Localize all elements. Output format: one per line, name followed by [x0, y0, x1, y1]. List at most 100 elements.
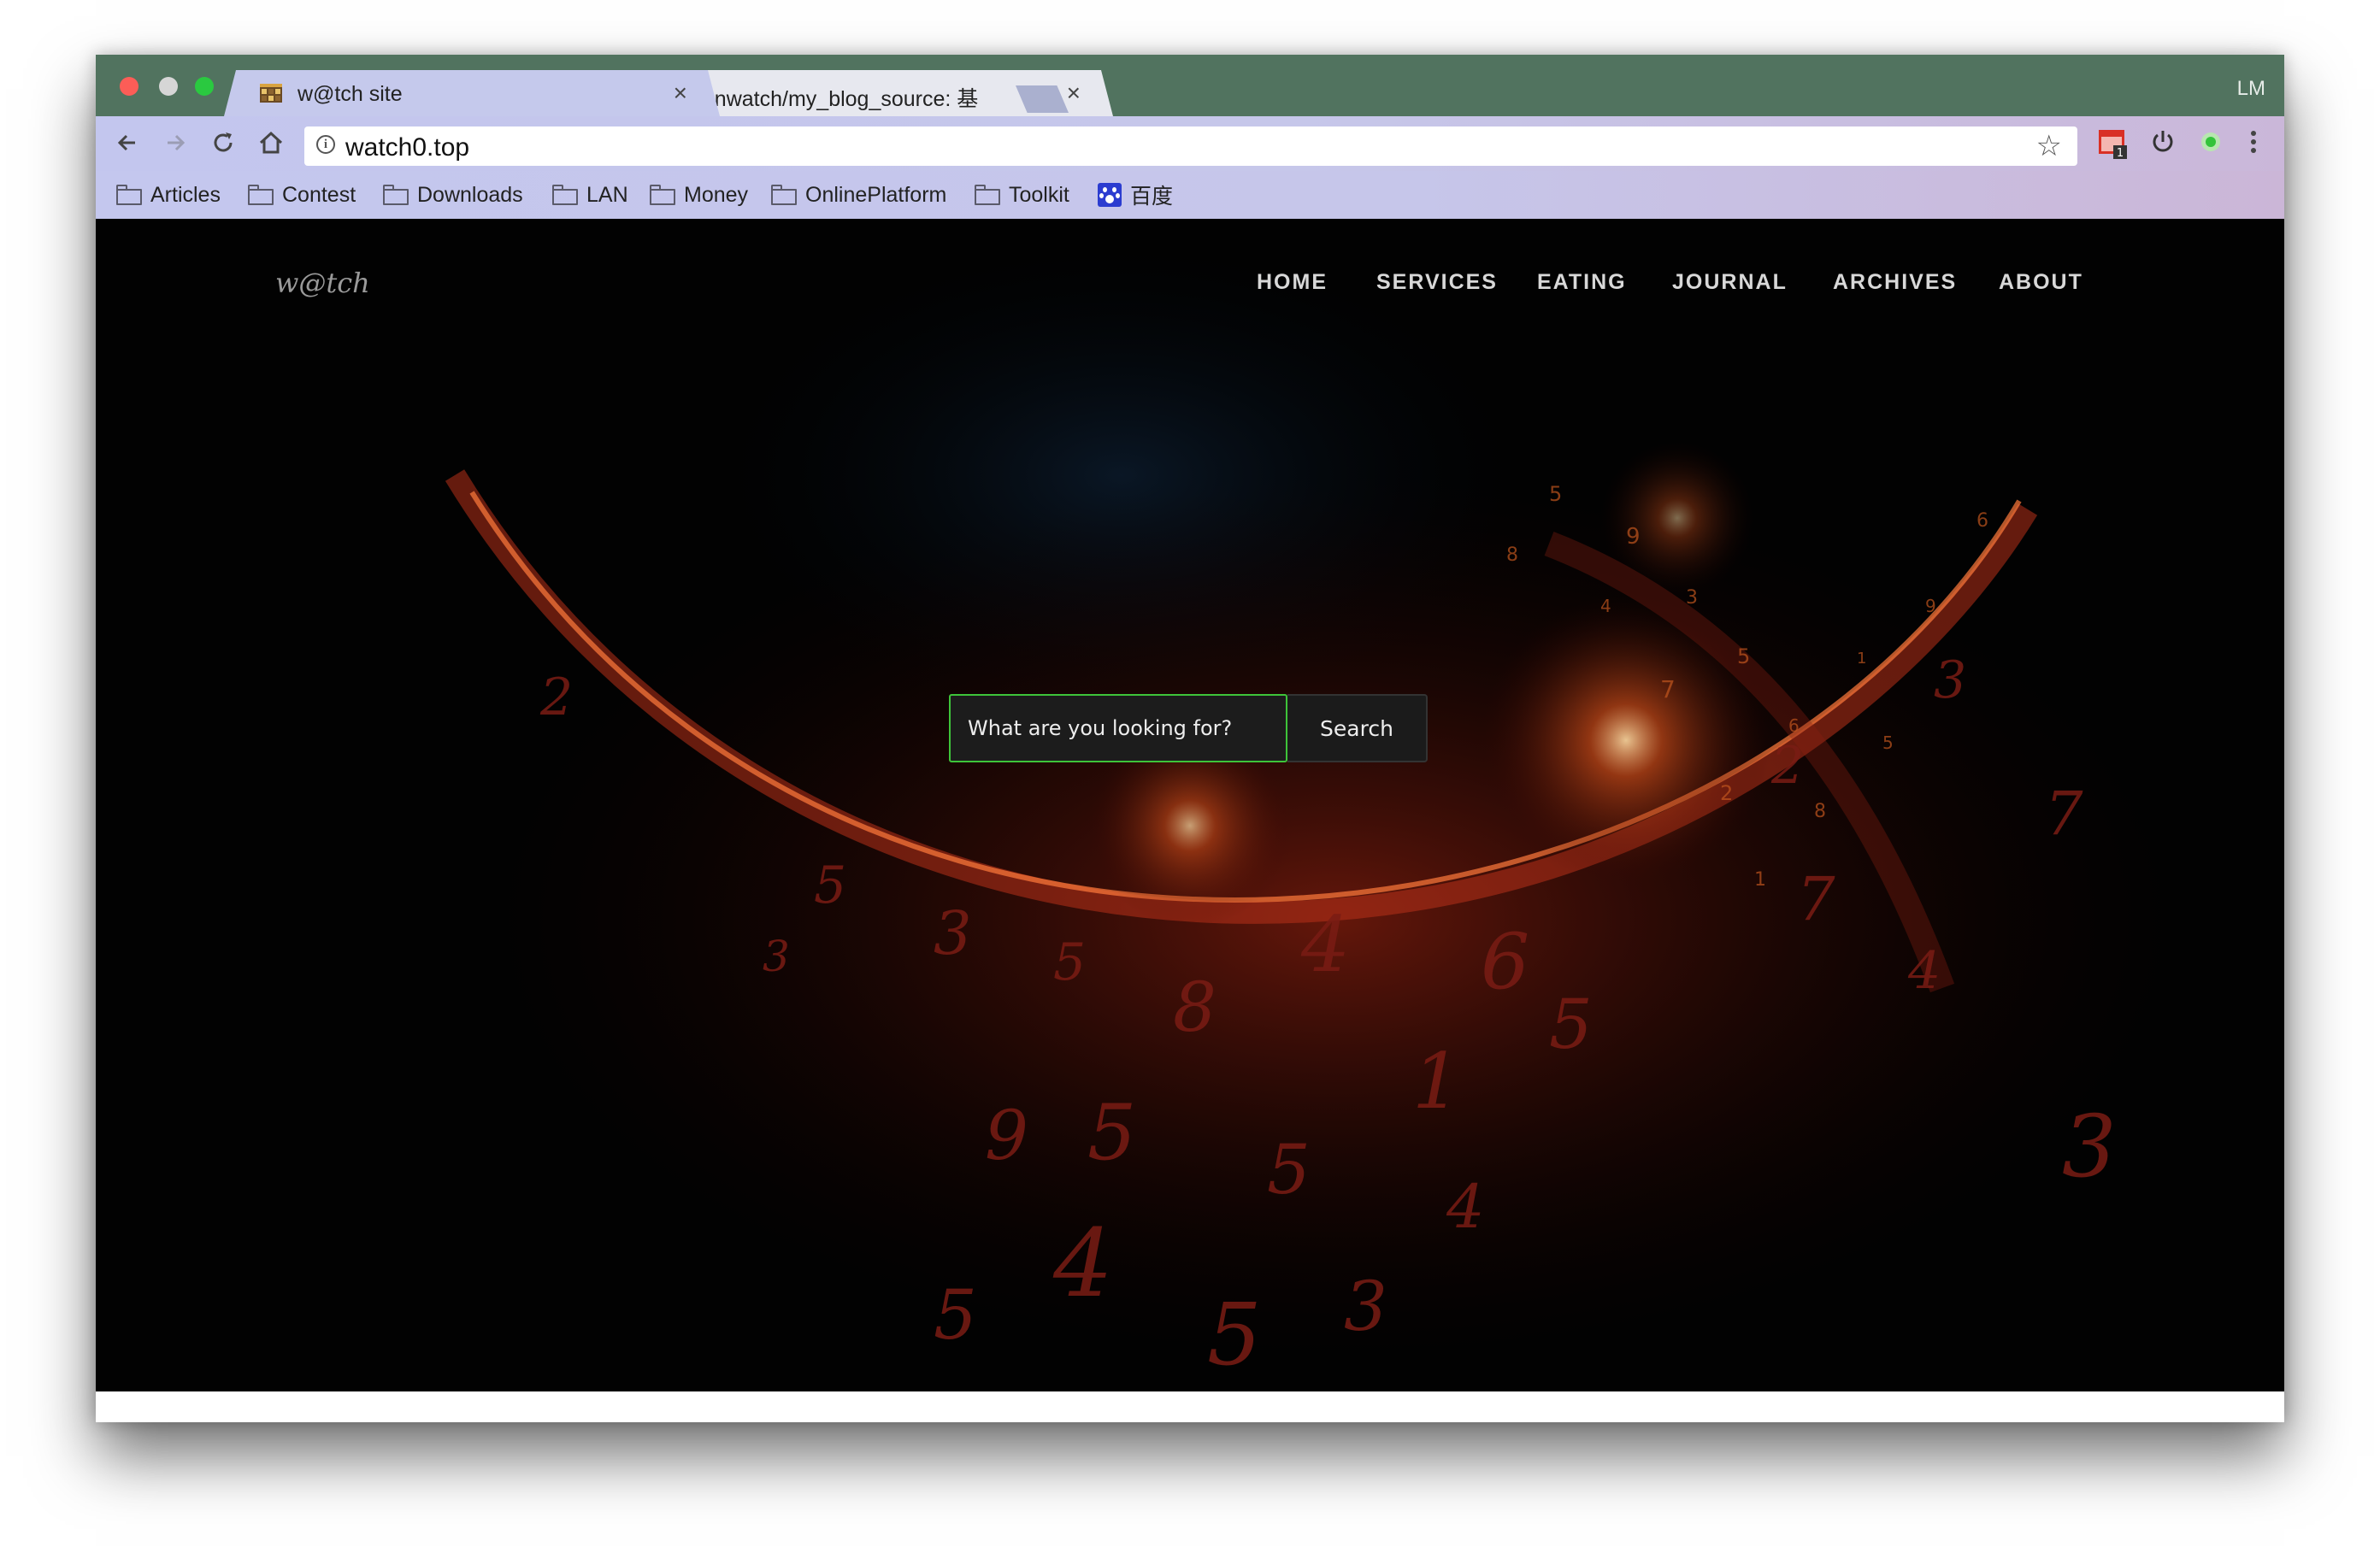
tab-strip: L1nwatch/my_blog_source: 基 × w@tch site …	[96, 55, 2284, 116]
bookmark-onlineplatform[interactable]: OnlinePlatform	[771, 181, 946, 209]
svg-text:5: 5	[1737, 644, 1750, 668]
svg-text:8: 8	[1814, 801, 1826, 822]
svg-text:3: 3	[1934, 650, 1966, 710]
address-bar[interactable]: i watch0.top ☆	[304, 126, 2077, 166]
tab-close-icon[interactable]: ×	[1067, 79, 1081, 107]
info-icon[interactable]: i	[316, 135, 335, 154]
svg-text:9: 9	[1626, 524, 1641, 550]
bookmark-star-icon[interactable]: ☆	[2036, 132, 2062, 161]
bookmark-label: Toolkit	[1009, 182, 1069, 207]
svg-text:1: 1	[1857, 650, 1866, 668]
maximize-window-button[interactable]	[195, 77, 214, 96]
bookmark-toolkit[interactable]: Toolkit	[975, 181, 1069, 209]
svg-text:4: 4	[1446, 1172, 1485, 1242]
svg-text:5: 5	[1549, 985, 1593, 1064]
tab-watch-site[interactable]: w@tch site ×	[224, 70, 720, 116]
nav-journal[interactable]: JOURNAL	[1672, 270, 1788, 295]
url-text: watch0.top	[345, 133, 470, 162]
tab-title: w@tch site	[298, 82, 403, 106]
search-input[interactable]	[949, 694, 1287, 762]
profile-label[interactable]: LM	[2237, 77, 2265, 101]
page-bottom-strip	[96, 1391, 2284, 1422]
menu-kebab-icon[interactable]	[2245, 126, 2262, 157]
bookmark-label: OnlinePlatform	[805, 182, 947, 207]
svg-text:1: 1	[1754, 869, 1766, 891]
svg-text:9: 9	[1925, 596, 1936, 616]
status-dot-icon[interactable]	[2195, 126, 2226, 157]
bookmark-contest[interactable]: Contest	[248, 181, 356, 209]
folder-icon	[975, 185, 1002, 205]
svg-text:7: 7	[1660, 675, 1676, 703]
bookmark-articles[interactable]: Articles	[116, 181, 221, 209]
nav-services[interactable]: SERVICES	[1376, 270, 1498, 295]
power-icon[interactable]	[2147, 126, 2178, 157]
bookmark-label: Downloads	[417, 182, 523, 207]
svg-text:7: 7	[1797, 864, 1835, 934]
svg-text:3: 3	[1344, 1267, 1387, 1346]
forward-arrow-icon[interactable]	[161, 128, 190, 157]
svg-text:5: 5	[1087, 1088, 1136, 1178]
bookmark-label: Articles	[150, 182, 221, 207]
folder-icon	[771, 185, 798, 205]
folder-icon	[552, 185, 580, 205]
svg-text:3: 3	[1686, 587, 1698, 609]
svg-text:4: 4	[1052, 1209, 1113, 1318]
calendar-extension-icon[interactable]: 1	[2096, 126, 2130, 161]
bookmark-baidu[interactable]: 百度	[1098, 181, 1173, 209]
svg-text:2: 2	[539, 668, 573, 727]
close-window-button[interactable]	[120, 77, 138, 96]
svg-text:6: 6	[1788, 715, 1800, 736]
site-favicon-icon	[260, 84, 282, 103]
svg-text:3: 3	[2062, 1097, 2117, 1197]
svg-text:5: 5	[1053, 932, 1086, 992]
hero-background-image: 3 5 8 4 6 5 5 5 1 4 3 5 4 5 5 3 2 9 2 7	[96, 219, 2284, 1391]
svg-text:5: 5	[814, 856, 846, 915]
svg-text:8: 8	[1506, 544, 1518, 566]
svg-text:5: 5	[1882, 732, 1894, 753]
nav-archives[interactable]: ARCHIVES	[1833, 270, 1957, 295]
svg-text:6: 6	[1976, 510, 1988, 532]
folder-icon	[383, 185, 410, 205]
bookmark-lan[interactable]: LAN	[552, 181, 628, 209]
baidu-paw-icon	[1098, 183, 1122, 207]
svg-text:6: 6	[1481, 917, 1529, 1007]
svg-text:8: 8	[1173, 968, 1217, 1047]
svg-text:4: 4	[1600, 596, 1611, 616]
extension-badge: 1	[2117, 147, 2124, 160]
svg-text:5: 5	[1549, 482, 1562, 506]
bookmark-label: Contest	[282, 182, 356, 207]
search-button[interactable]: Search	[1287, 694, 1428, 762]
bookmarks-bar: Articles Contest Downloads LAN Money Onl…	[96, 171, 2284, 219]
svg-text:5: 5	[1207, 1285, 1262, 1385]
tab-title: L1nwatch/my_blog_source: 基	[691, 87, 979, 111]
bookmark-downloads[interactable]: Downloads	[383, 181, 523, 209]
browser-window: L1nwatch/my_blog_source: 基 × w@tch site …	[96, 55, 2284, 1422]
svg-text:5: 5	[934, 1275, 977, 1355]
nav-about[interactable]: ABOUT	[1999, 270, 2083, 295]
home-icon[interactable]	[256, 128, 286, 157]
reload-icon[interactable]	[209, 128, 238, 157]
svg-text:4: 4	[1907, 941, 1941, 1001]
minimize-window-button[interactable]	[159, 77, 178, 96]
svg-text:1: 1	[1412, 1037, 1461, 1127]
svg-text:3: 3	[763, 932, 790, 981]
browser-toolbar: i watch0.top ☆ 1	[96, 116, 2284, 171]
svg-text:2: 2	[1720, 781, 1733, 805]
bookmark-money[interactable]: Money	[650, 181, 748, 209]
svg-text:3: 3	[934, 898, 972, 968]
page-content: 3 5 8 4 6 5 5 5 1 4 3 5 4 5 5 3 2 9 2 7	[96, 219, 2284, 1391]
folder-icon	[248, 185, 275, 205]
bookmark-label: Money	[684, 182, 749, 207]
tab-close-icon[interactable]: ×	[674, 79, 687, 107]
back-arrow-icon[interactable]	[113, 128, 142, 157]
folder-icon	[650, 185, 677, 205]
svg-text:9: 9	[985, 1096, 1028, 1175]
site-logo[interactable]: w@tch	[275, 267, 370, 299]
nav-eating[interactable]: EATING	[1537, 270, 1627, 295]
svg-text:4: 4	[1300, 900, 1350, 990]
bookmark-label: LAN	[586, 182, 628, 207]
svg-text:5: 5	[1267, 1130, 1311, 1209]
svg-text:2: 2	[1770, 736, 1804, 796]
bookmark-label: 百度	[1130, 185, 1174, 209]
nav-home[interactable]: HOME	[1257, 270, 1328, 295]
